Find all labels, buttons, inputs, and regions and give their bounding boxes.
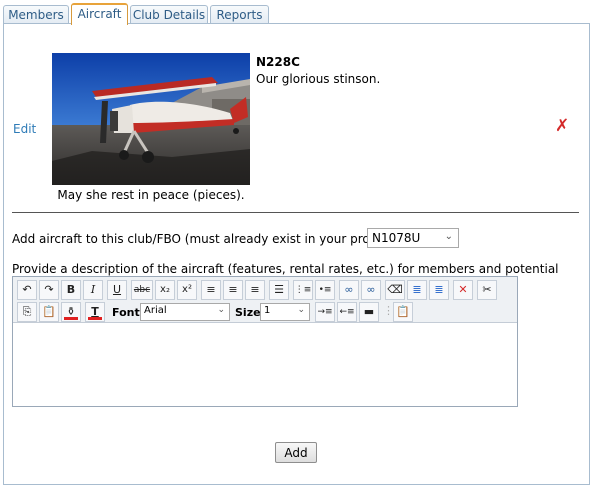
outdent-icon[interactable]: ←≡ (337, 302, 357, 322)
aircraft-tail-number: N228C (256, 55, 300, 69)
chevron-down-icon: ⌄ (297, 305, 305, 315)
justify-icon[interactable]: ☰ (269, 280, 289, 300)
rich-text-editor: ↶ ↷ B I U abc x₂ x² ≡ ≡ ≡ ☰ ⋮≡ •≡ ∞ ∞ ⌫ … (12, 276, 518, 407)
aircraft-description: Our glorious stinson. (256, 72, 381, 86)
unordered-list-icon[interactable]: •≡ (315, 280, 335, 300)
tab-members[interactable]: Members (3, 5, 69, 24)
toolbar-separator: ⋮ (383, 304, 394, 317)
horizontal-rule-icon[interactable]: ▬ (359, 302, 379, 322)
size-select-value: 1 (264, 305, 271, 316)
bold-icon[interactable]: B (61, 280, 81, 300)
align-center-icon[interactable]: ≡ (223, 280, 243, 300)
delete-icon[interactable]: ✕ (453, 280, 473, 300)
chevron-down-icon: ⌄ (217, 305, 225, 315)
remove-link-icon[interactable]: ∞ (361, 280, 381, 300)
paste-icon[interactable]: 📋 (39, 302, 59, 322)
aircraft-select[interactable]: N1078U ⌄ (367, 228, 459, 248)
close-icon[interactable]: ✗ (555, 118, 569, 135)
tab-label: Aircraft (77, 7, 122, 21)
cut-icon[interactable]: ✂ (477, 280, 497, 300)
aircraft-select-value: N1078U (372, 231, 421, 245)
paste-text-icon[interactable]: 📋 (393, 302, 413, 322)
text-color-swatch (88, 317, 102, 320)
size-select[interactable]: 1 ⌄ (260, 303, 310, 321)
tab-aircraft[interactable]: Aircraft (71, 3, 128, 25)
align-left-icon[interactable]: ≡ (201, 280, 221, 300)
font-select[interactable]: Arial ⌄ (140, 303, 230, 321)
superscript-icon[interactable]: x² (177, 280, 197, 300)
editor-toolbar: ↶ ↷ B I U abc x₂ x² ≡ ≡ ≡ ☰ ⋮≡ •≡ ∞ ∞ ⌫ … (13, 277, 517, 323)
photo-caption: May she rest in peace (pieces). (57, 188, 245, 202)
clear-format-icon[interactable]: ≣ (429, 280, 449, 300)
eraser-icon[interactable]: ⌫ (385, 280, 405, 300)
text-color-icon[interactable]: T (85, 302, 105, 322)
indent-icon[interactable]: →≡ (315, 302, 335, 322)
font-label: Font (112, 306, 140, 319)
aircraft-photo-image (52, 53, 250, 185)
tab-label: Members (8, 8, 64, 22)
ordered-list-icon[interactable]: ⋮≡ (293, 280, 313, 300)
insert-link-icon[interactable]: ∞ (339, 280, 359, 300)
tab-label: Club Details (132, 8, 206, 22)
section-divider (12, 212, 579, 213)
copy-icon[interactable]: ⎘ (17, 302, 37, 322)
size-label: Size (235, 306, 261, 319)
chevron-down-icon: ⌄ (444, 231, 453, 242)
aircraft-photo (52, 53, 250, 185)
subscript-icon[interactable]: x₂ (155, 280, 175, 300)
redo-icon[interactable]: ↷ (39, 280, 59, 300)
highlight-color-icon[interactable]: ⚱ (61, 302, 81, 322)
strikethrough-icon[interactable]: abc (131, 280, 153, 300)
tab-reports[interactable]: Reports (210, 5, 269, 24)
format-block-icon[interactable]: ≣ (407, 280, 427, 300)
editor-content-area[interactable] (13, 324, 517, 406)
highlight-color-swatch (64, 317, 78, 320)
add-button[interactable]: Add (275, 442, 317, 463)
font-select-value: Arial (144, 305, 167, 316)
undo-icon[interactable]: ↶ (17, 280, 37, 300)
edit-aircraft-link[interactable]: Edit (13, 122, 36, 136)
italic-icon[interactable]: I (83, 280, 103, 300)
tab-club-details[interactable]: Club Details (130, 5, 208, 24)
tab-label: Reports (216, 8, 263, 22)
underline-icon[interactable]: U (107, 280, 127, 300)
align-right-icon[interactable]: ≡ (245, 280, 265, 300)
add-aircraft-label: Add aircraft to this club/FBO (must alre… (12, 232, 397, 246)
